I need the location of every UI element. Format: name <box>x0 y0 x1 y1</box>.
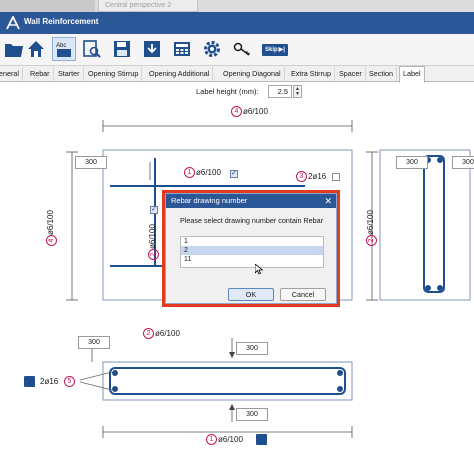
tab-strip: eneral Rebar Starter Opening Stirrup Ope… <box>0 66 474 83</box>
top-strip-left <box>0 0 95 12</box>
label-mark5[interactable]: 2ø16 <box>40 377 58 386</box>
list-item-selected[interactable]: 2 <box>181 246 323 255</box>
tab-extra-stirrup[interactable]: Extra Stirrup <box>288 67 335 82</box>
list-item[interactable]: 11 <box>181 255 323 264</box>
label-right-text: ø6/100 <box>366 210 375 235</box>
calculator-button[interactable] <box>170 37 194 61</box>
label-height-stepper[interactable]: ▲ ▼ <box>293 85 302 98</box>
document-search-icon <box>83 40 101 58</box>
dim-input-section-right[interactable]: 300 <box>236 342 268 355</box>
tab-general[interactable]: eneral <box>0 67 23 82</box>
label-mark3[interactable]: 2ø16 <box>308 172 326 181</box>
mark-4-top[interactable]: 4 <box>231 106 242 117</box>
title-bar: Wall Reinforcement <box>0 12 474 34</box>
drawing-number-list[interactable]: 1 2 11 <box>180 236 324 268</box>
mark-2-inner: 2 <box>148 249 159 260</box>
mark-4-left: 4 <box>46 235 57 246</box>
window-title: Wall Reinforcement <box>24 17 99 26</box>
tab-opening-stirrup[interactable]: Opening Stirrup <box>85 67 143 82</box>
skip-label: Skip <box>265 47 278 53</box>
folder-icon <box>5 44 23 57</box>
ok-button[interactable]: OK <box>228 288 274 301</box>
mark-1-bottom[interactable]: 1 <box>206 434 217 445</box>
export-button[interactable] <box>140 37 164 61</box>
label-inner-text: ø6/100 <box>148 224 157 249</box>
label-right-vertical[interactable]: 2ø6/100 <box>366 210 377 246</box>
tab-rebar[interactable]: Rebar <box>27 67 54 82</box>
skip-button[interactable]: Skip ▶| <box>262 44 288 56</box>
checkbox-mark3[interactable] <box>332 173 340 181</box>
license-button[interactable] <box>230 37 254 61</box>
label-inner-vertical[interactable]: 2ø6/100 <box>148 224 159 260</box>
tab-starter[interactable]: Starter <box>55 67 84 82</box>
label-bottom-1[interactable]: ø6/100 <box>218 435 243 444</box>
abc-label-button[interactable]: Abc <box>52 37 76 61</box>
mark-2-section[interactable]: 2 <box>143 328 154 339</box>
settings-button[interactable] <box>200 37 224 61</box>
label-section-2[interactable]: ø6/100 <box>155 329 180 338</box>
label-left-text: ø6/100 <box>46 210 55 235</box>
dim-input-top-left[interactable]: 300 <box>75 156 107 169</box>
checkbox-mark1-top[interactable]: ✓ <box>230 170 238 178</box>
label-height-input[interactable]: 2.5 <box>268 85 292 98</box>
tab-label[interactable]: Label <box>399 66 425 83</box>
dialog-prompt: Please select drawing number contain Reb… <box>180 216 324 225</box>
label-height-label: Label height (mm): <box>196 87 259 96</box>
label-mark1-top[interactable]: ø6/100 <box>196 168 221 177</box>
dialog-title-bar: Rebar drawing number ✕ <box>166 194 336 208</box>
spin-down-icon: ▼ <box>295 90 300 97</box>
key-icon <box>233 42 251 56</box>
list-item[interactable]: 1 <box>181 237 323 246</box>
tab-spacer[interactable]: Spacer <box>336 67 366 82</box>
toolbar: Abc Skip ▶| <box>0 34 474 66</box>
save-button[interactable] <box>110 37 134 61</box>
app-logo-icon <box>6 16 20 30</box>
floppy-disk-icon <box>114 41 130 57</box>
svg-text:Abc: Abc <box>56 43 66 49</box>
label-top[interactable]: ø6/100 <box>243 107 268 116</box>
edit-button-mark5[interactable] <box>24 376 35 387</box>
search-document-button[interactable] <box>80 37 104 61</box>
close-icon[interactable]: ✕ <box>324 194 332 208</box>
background-tab[interactable]: Central perspective 2 <box>98 0 198 12</box>
app-window: Central perspective 2 Wall Reinforcement… <box>0 0 474 474</box>
rebar-drawing-dialog: Rebar drawing number ✕ Please select dra… <box>165 193 337 304</box>
edit-button-bottom[interactable] <box>256 434 267 445</box>
tab-section[interactable]: Section <box>366 67 397 82</box>
mark-3[interactable]: 3 <box>296 171 307 182</box>
dim-input-right-side[interactable]: 300 <box>452 156 474 169</box>
calculator-icon <box>174 42 190 56</box>
dim-input-right-top[interactable]: 300 <box>396 156 428 169</box>
mark-2-right: 2 <box>366 235 377 246</box>
checkbox-inner[interactable]: ✓ <box>150 206 158 214</box>
mark-5[interactable]: 5 <box>64 376 75 387</box>
tab-opening-diagonal[interactable]: Opening Diagonal <box>220 67 285 82</box>
dim-input-section-left[interactable]: 300 <box>78 336 110 349</box>
tab-opening-additional[interactable]: Opening Additional <box>146 67 214 82</box>
dialog-title: Rebar drawing number <box>171 196 248 205</box>
gear-icon <box>204 41 220 57</box>
home-icon <box>28 41 44 57</box>
dim-input-bottom[interactable]: 300 <box>236 408 268 421</box>
highlight-frame: Rebar drawing number ✕ Please select dra… <box>162 190 340 307</box>
mark-1-top[interactable]: 1 <box>184 167 195 178</box>
download-icon <box>144 41 160 57</box>
home-button[interactable] <box>24 37 48 61</box>
abc-icon: Abc <box>56 43 71 57</box>
top-strip: Central perspective 2 <box>0 0 474 12</box>
skip-forward-icon: ▶| <box>278 47 285 53</box>
label-left-vertical[interactable]: 4ø6/100 <box>46 210 57 246</box>
open-folder-button[interactable] <box>2 37 26 61</box>
mouse-cursor-icon <box>255 264 263 275</box>
cancel-button[interactable]: Cancel <box>280 288 326 301</box>
